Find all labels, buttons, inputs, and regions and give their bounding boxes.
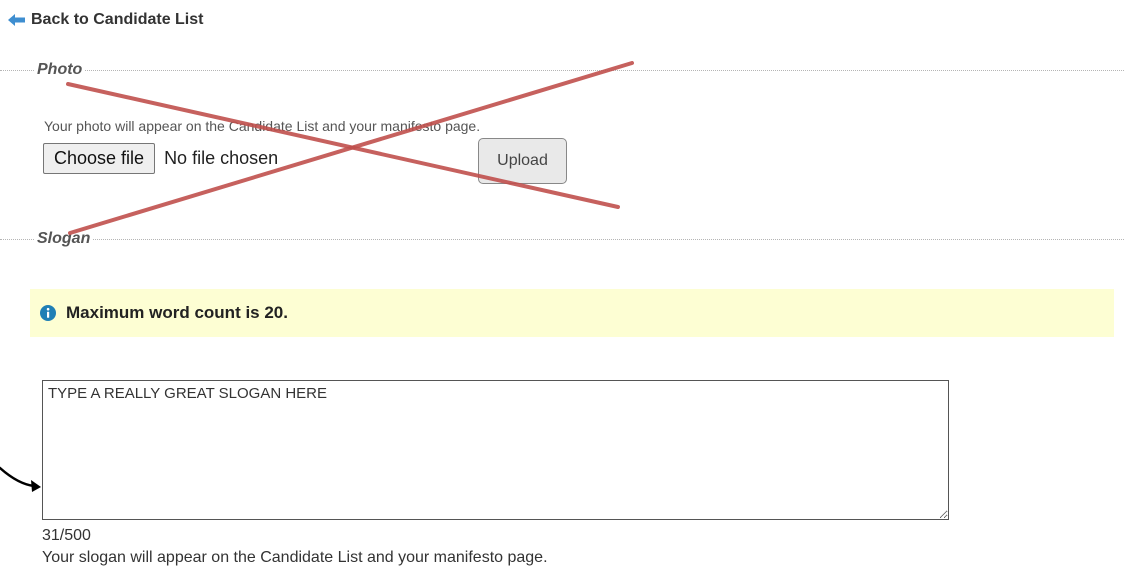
slogan-char-count: 31/500 [42,527,91,544]
slogan-section-divider [0,239,1124,240]
slogan-help-text: Your slogan will appear on the Candidate… [42,549,548,566]
photo-section-divider [0,70,1124,71]
photo-file-input: Choose file No file chosen [43,143,278,174]
word-count-info-banner: Maximum word count is 20. [30,289,1114,337]
slogan-section-header: Slogan [0,228,1124,250]
choose-file-button[interactable]: Choose file [43,143,156,174]
slogan-input[interactable]: TYPE A REALLY GREAT SLOGAN HERE [42,380,949,520]
photo-section-header: Photo [0,59,1124,81]
slogan-section-title: Slogan [35,228,94,250]
info-circle-icon [40,305,56,321]
photo-help-text: Your photo will appear on the Candidate … [44,118,481,134]
back-link-label: Back to Candidate List [31,11,204,28]
back-to-candidate-list-link[interactable]: Back to Candidate List [8,11,203,29]
word-count-info-text: Maximum word count is 20. [66,303,288,322]
back-arrow-icon [8,14,25,26]
photo-section-title: Photo [35,59,86,81]
upload-button[interactable]: Upload [478,138,567,184]
no-file-chosen-text: No file chosen [164,148,279,168]
